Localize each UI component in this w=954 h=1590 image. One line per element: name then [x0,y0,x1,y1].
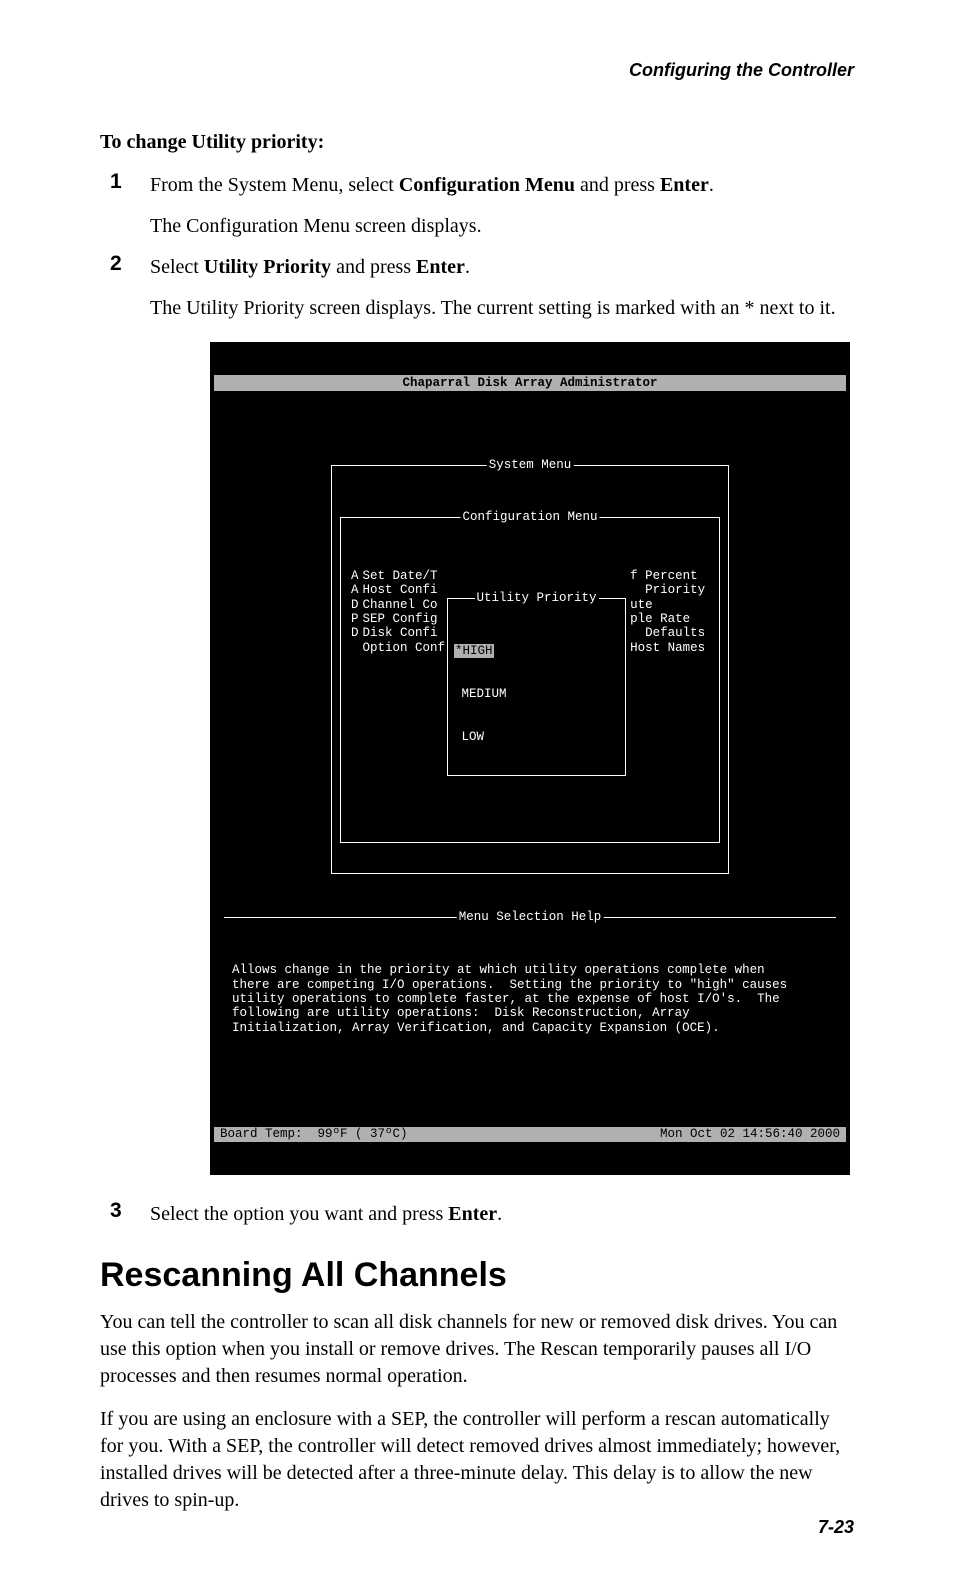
priority-option-low[interactable]: LOW [454,730,619,744]
partial-right-col: f Percent Priority ute ple Rate Defaults… [626,569,705,805]
priority-option-medium[interactable]: MEDIUM [454,687,619,701]
terminal-title: Chaparral Disk Array Administrator [214,375,846,391]
step-text: and press [331,256,416,278]
board-temp: Board Temp: 99ºF ( 37ºC) [220,1127,408,1141]
step-number: 3 [110,1199,122,1223]
section-heading: Rescanning All Channels [100,1256,854,1295]
status-bar: Board Temp: 99ºF ( 37ºC) Mon Oct 02 14:5… [214,1127,846,1141]
utility-priority-label: Utility Priority [475,591,599,605]
step-text: . [465,256,470,278]
step-text: Select the option you want and press [150,1203,448,1225]
system-menu-label: System Menu [487,458,574,472]
page-number: 7-23 [818,1517,854,1538]
help-text: Allows change in the priority at which u… [232,963,828,1035]
menu-name: Utility Priority [204,256,331,278]
step-text: . [497,1203,502,1225]
partial-letters: A A D P D [351,569,363,805]
step-2: 2 Select Utility Priority and press Ente… [100,254,854,1175]
key-name: Enter [416,256,465,278]
step-3: 3 Select the option you want and press E… [100,1201,854,1228]
menu-name: Configuration Menu [399,174,575,196]
config-menu-items: Set Date/T Host Confi Channel Co SEP Con… [363,569,448,805]
step-result: The Configuration Menu screen displays. [150,213,854,240]
datetime: Mon Oct 02 14:56:40 2000 [660,1127,840,1141]
step-text: and press [575,174,660,196]
system-menu-box: System Menu Configuration Menu A A D P D… [331,465,729,875]
body-paragraph: You can tell the controller to scan all … [100,1309,854,1390]
priority-option-high[interactable]: *HIGH [454,644,494,658]
step-text: . [709,174,714,196]
procedure-title: To change Utility priority: [100,131,854,154]
step-number: 1 [110,170,122,194]
configuration-menu-box: Configuration Menu A A D P D Set Date/T … [340,517,720,843]
terminal-screenshot: Chaparral Disk Array Administrator Syste… [210,342,850,1175]
key-name: Enter [448,1203,497,1225]
utility-priority-box: Utility Priority *HIGH MEDIUM LOW [447,598,626,777]
key-name: Enter [660,174,709,196]
step-text: Select [150,256,204,278]
step-result: The Utility Priority screen displays. Th… [150,295,854,322]
step-number: 2 [110,252,122,276]
help-box: Menu Selection Help Allows change in the… [224,917,836,1070]
page-header: Configuring the Controller [100,60,854,81]
configuration-menu-label: Configuration Menu [460,510,599,524]
help-label: Menu Selection Help [457,910,604,924]
step-1: 1 From the System Menu, select Configura… [100,172,854,240]
step-text: From the System Menu, select [150,174,399,196]
body-paragraph: If you are using an enclosure with a SEP… [100,1406,854,1514]
